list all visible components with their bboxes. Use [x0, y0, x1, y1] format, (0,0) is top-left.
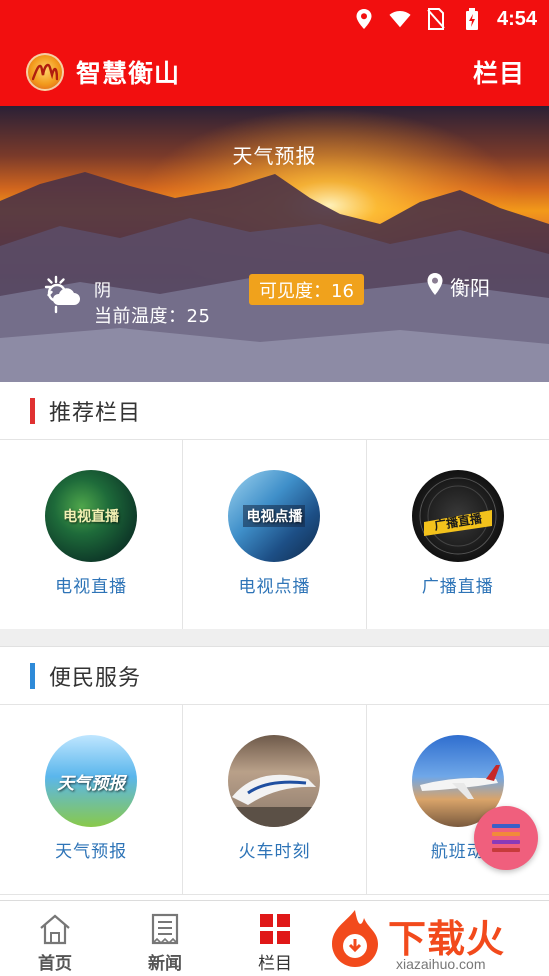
grid-item-label: 电视直播 [55, 577, 128, 597]
battery-charging-icon [461, 8, 483, 30]
location-pin-icon [353, 8, 375, 30]
app-logo [26, 53, 64, 91]
fab-stripe [492, 832, 520, 836]
grid-item-train-schedule[interactable]: 火车时刻 [183, 705, 367, 894]
radio-live-icon: 广播直播 [411, 470, 504, 562]
tv-vod-icon: 电视点播 [228, 470, 321, 562]
grid-item-label: 天气预报 [55, 842, 128, 862]
current-temperature: 当前温度：25 [94, 306, 211, 327]
section-header-services: 便民服务 [0, 647, 549, 705]
grid-item-label: 广播直播 [421, 577, 494, 597]
section-separator [0, 629, 549, 647]
news-icon [147, 911, 183, 947]
tv-live-icon: 电视直播 [45, 470, 138, 562]
section-accent-bar [30, 397, 35, 424]
cloudy-sun-icon [42, 274, 82, 314]
grid-item-label: 电视点播 [238, 577, 311, 597]
section-title: 便民服务 [49, 665, 142, 691]
section-header-recommended: 推荐栏目 [0, 382, 549, 440]
weather-banner[interactable]: 天气预报 阴 当前温度：25 可见度：16 衡阳 [0, 106, 549, 382]
location[interactable]: 衡阳 [426, 272, 490, 301]
weather-forecast-icon: 天气预报 [45, 735, 138, 827]
visibility-badge: 可见度：16 [249, 274, 364, 305]
location-pin-icon [426, 272, 444, 301]
fab-stripe [492, 824, 520, 828]
thumb-caption: 天气预报 [57, 773, 126, 794]
weather-title: 天气预报 [232, 144, 317, 168]
thumb-caption: 电视直播 [63, 509, 120, 525]
status-bar: 4:54 [0, 0, 549, 38]
grid-item-tv-vod[interactable]: 电视点播 电视点播 [183, 440, 367, 629]
no-sim-icon [425, 8, 447, 30]
fab-stripe [492, 840, 520, 844]
grid-item-label: 火车时刻 [238, 842, 311, 862]
watermark-text: 下载火 [388, 917, 506, 961]
section-title: 推荐栏目 [49, 400, 142, 426]
nav-label: 首页 [38, 954, 72, 974]
services-grid: 天气预报 天气预报 火车时刻 航班动 [0, 705, 549, 895]
grid-item-weather-forecast[interactable]: 天气预报 天气预报 [0, 705, 184, 894]
nav-item-news[interactable]: 新闻 [110, 901, 220, 976]
grid-icon [257, 911, 293, 947]
floating-menu-button[interactable] [474, 806, 538, 870]
watermark-url: xiazaihuo.com [396, 956, 486, 972]
nav-label: 新闻 [148, 954, 182, 974]
watermark: 下载火 xiazaihuo.com [322, 900, 549, 976]
grid-item-radio-live[interactable]: 广播直播 广播直播 [367, 440, 549, 629]
weather-condition: 阴 [94, 281, 111, 301]
nav-item-home[interactable]: 首页 [0, 901, 110, 976]
home-icon [37, 911, 73, 947]
section-accent-bar [30, 662, 35, 689]
column-menu-button[interactable]: 栏目 [473, 54, 525, 90]
train-icon [228, 735, 321, 827]
location-name: 衡阳 [450, 276, 490, 300]
thumb-caption: 电视点播 [243, 505, 306, 527]
nav-item-columns[interactable]: 栏目 [220, 901, 330, 976]
app-bar: 智慧衡山 栏目 [0, 38, 549, 106]
nav-label: 栏目 [258, 954, 292, 974]
app-title: 智慧衡山 [76, 59, 181, 88]
wifi-icon [389, 8, 411, 30]
fab-stripe [492, 848, 520, 852]
recommended-grid: 电视直播 电视直播 电视点播 电视点播 广播直播 广播直播 [0, 440, 549, 630]
flame-logo-icon [332, 910, 378, 967]
train-graphic [228, 774, 321, 827]
status-time: 4:54 [496, 7, 537, 30]
grid-item-tv-live[interactable]: 电视直播 电视直播 [0, 440, 184, 629]
